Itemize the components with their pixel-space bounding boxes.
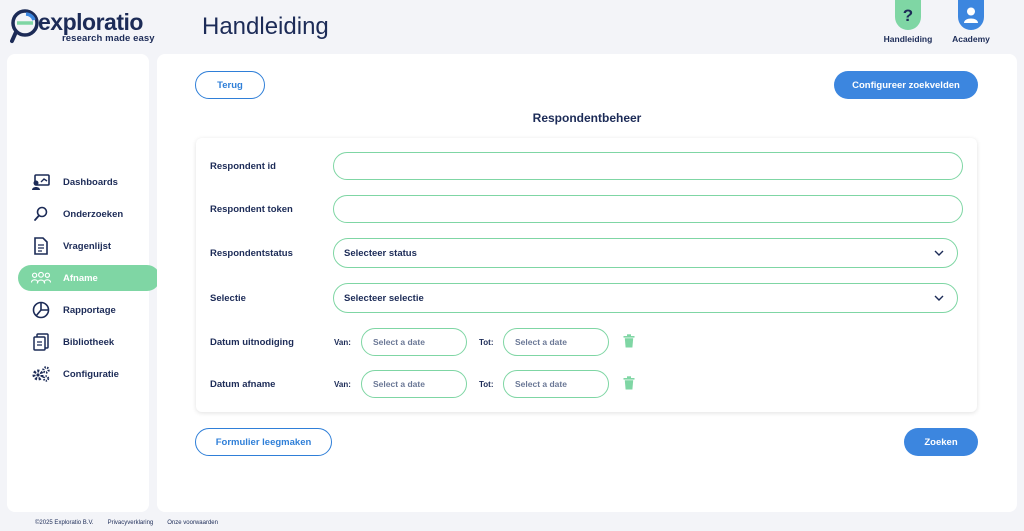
exploratio-logo[interactable]: exploratio research made easy (10, 8, 155, 44)
sidebar-item-label: Dashboards (63, 176, 118, 188)
respondent-status-label: Respondentstatus (210, 248, 293, 259)
sidebar-item-label: Afname (63, 272, 98, 284)
handleiding-tab[interactable]: ? Handleiding (878, 0, 938, 46)
configure-search-fields-button[interactable]: Configureer zoekvelden (834, 71, 978, 99)
datum-uitnodiging-label: Datum uitnodiging (210, 337, 294, 348)
search-form: Respondent id Respondent token Responden… (196, 138, 977, 412)
trash-icon[interactable] (623, 376, 637, 392)
sidebar-item-rapportage[interactable]: Rapportage (18, 297, 160, 323)
logo-tagline: research made easy (62, 33, 155, 44)
sidebar-item-afname[interactable]: Afname (18, 265, 160, 291)
main-panel: Terug Configureer zoekvelden Respondentb… (157, 54, 1017, 512)
trash-icon[interactable] (623, 334, 637, 350)
sidebar-item-label: Bibliotheek (63, 336, 115, 348)
footer: ©2025 Exploratio B.V. Privacyverklaring … (35, 520, 218, 526)
search-button[interactable]: Zoeken (904, 428, 978, 456)
handleiding-tab-label: Handleiding (883, 34, 933, 44)
respondent-token-label: Respondent token (210, 204, 293, 215)
van-label: Van: (334, 338, 351, 347)
gears-icon (31, 364, 51, 384)
terms-link[interactable]: Onze voorwaarden (167, 520, 218, 526)
pie-chart-icon (31, 300, 51, 320)
copyright-text: ©2025 Exploratio B.V. (35, 520, 94, 526)
sidebar-item-onderzoeken[interactable]: Onderzoeken (18, 201, 160, 227)
chevron-down-icon (929, 243, 949, 263)
tot-label: Tot: (479, 338, 494, 347)
logo-name: exploratio (38, 9, 143, 35)
datum-afname-label: Datum afname (210, 379, 276, 390)
user-icon (958, 0, 984, 30)
selectie-select[interactable]: Selecteer selectie (333, 283, 958, 313)
van-label: Van: (334, 380, 351, 389)
respondent-token-input[interactable] (333, 195, 963, 223)
section-title: Respondentbeheer (532, 111, 642, 125)
sidebar: Dashboards Onderzoeken Vragenlijst Afnam… (7, 54, 160, 512)
selectie-label: Selectie (210, 293, 246, 304)
header: exploratio research made easy Handleidin… (0, 0, 1024, 52)
datum-afname-to-input[interactable]: Select a date (503, 370, 609, 398)
privacy-link[interactable]: Privacyverklaring (108, 520, 154, 526)
sidebar-item-label: Rapportage (63, 304, 116, 316)
clear-form-button[interactable]: Formulier leegmaken (195, 428, 332, 456)
respondent-status-value: Selecteer status (344, 247, 417, 259)
document-icon (31, 236, 51, 256)
datum-uitnodiging-from-input[interactable]: Select a date (361, 328, 467, 356)
academy-tab-label: Academy (952, 34, 990, 44)
respondent-id-label: Respondent id (210, 161, 276, 172)
selectie-value: Selecteer selectie (344, 292, 424, 304)
datum-afname-from-input[interactable]: Select a date (361, 370, 467, 398)
respondent-id-input[interactable] (333, 152, 963, 180)
svg-text:?: ? (903, 6, 913, 24)
sidebar-item-dashboards[interactable]: Dashboards (18, 169, 160, 195)
sidebar-item-configuratie[interactable]: Configuratie (18, 361, 160, 387)
page-title: Handleiding (202, 13, 329, 40)
sidebar-item-label: Onderzoeken (63, 208, 124, 220)
search-icon (31, 204, 51, 224)
tot-label: Tot: (479, 380, 494, 389)
library-icon (31, 332, 51, 352)
sidebar-item-bibliotheek[interactable]: Bibliotheek (18, 329, 160, 355)
people-icon (31, 268, 51, 288)
sidebar-item-label: Vragenlijst (63, 240, 112, 252)
respondent-status-select[interactable]: Selecteer status (333, 238, 958, 268)
back-button[interactable]: Terug (195, 71, 265, 99)
sidebar-item-label: Configuratie (63, 368, 119, 380)
dashboard-icon (31, 172, 51, 192)
chevron-down-icon (929, 288, 949, 308)
academy-tab[interactable]: Academy (941, 0, 1001, 46)
question-icon: ? (895, 0, 921, 30)
datum-uitnodiging-to-input[interactable]: Select a date (503, 328, 609, 356)
sidebar-item-vragenlijst[interactable]: Vragenlijst (18, 233, 160, 259)
